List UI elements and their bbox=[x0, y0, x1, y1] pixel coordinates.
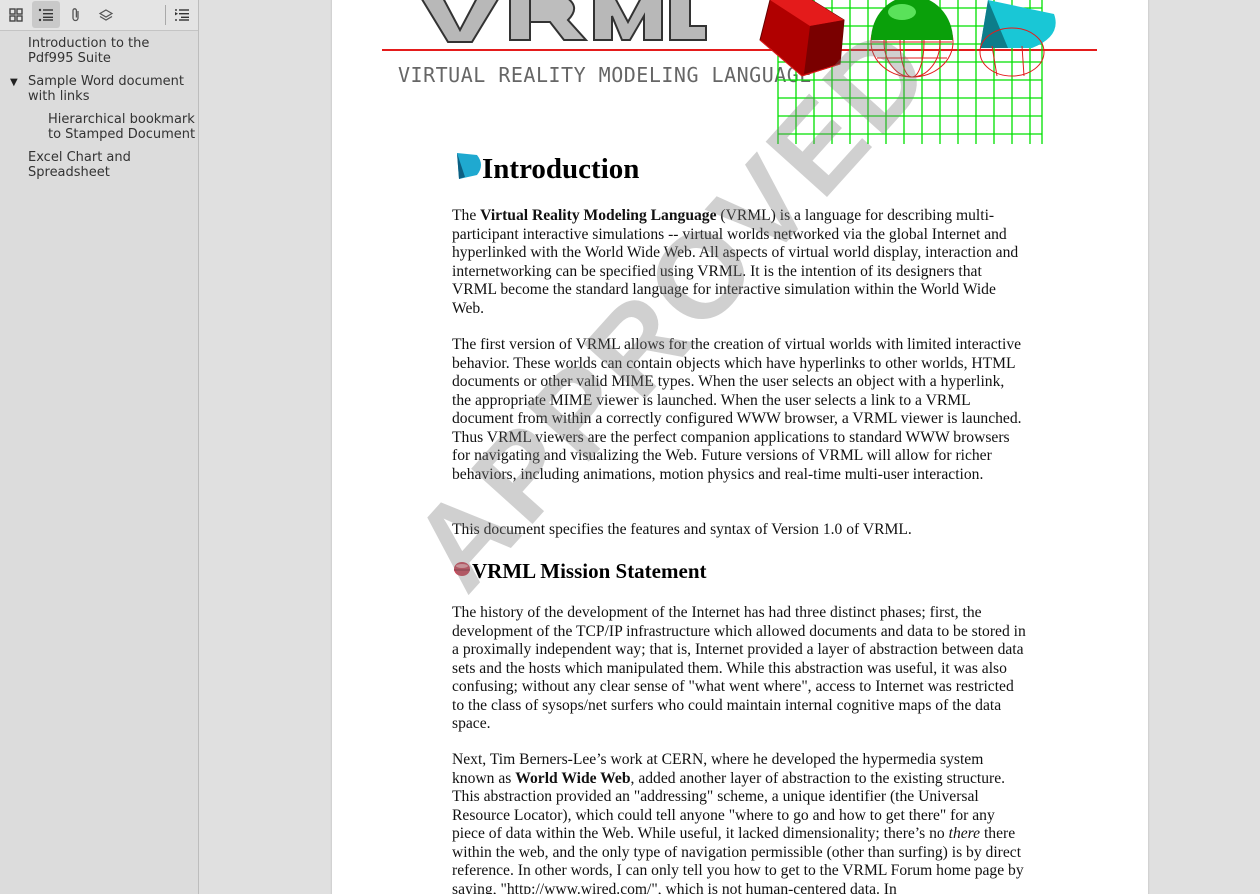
attachments-icon bbox=[72, 7, 79, 21]
outline-item-sample-word-document[interactable]: ▼ Sample Word document with links bbox=[0, 74, 198, 104]
pdf-page: VIRTUAL REALITY MODELING LANGUAGE Introd… bbox=[332, 0, 1148, 894]
outline-item-excel-chart[interactable]: Excel Chart and Spreadsheet bbox=[0, 150, 198, 180]
current-outline-item-button[interactable] bbox=[168, 1, 196, 28]
outline-item-hierarchical-bookmark[interactable]: Hierarchical bookmark to Stamped Documen… bbox=[0, 112, 198, 142]
document-viewer[interactable]: VIRTUAL REALITY MODELING LANGUAGE Introd… bbox=[200, 0, 1260, 894]
cyan-cone-shape bbox=[979, 0, 1056, 77]
layers-icon bbox=[98, 8, 114, 21]
document-outline: Introduction to the Pdf995 Suite ▼ Sampl… bbox=[0, 36, 198, 188]
outline-item-label: Sample Word document with links bbox=[28, 74, 185, 104]
attachments-button[interactable] bbox=[62, 1, 90, 28]
intro-paragraph-1: The Virtual Reality Modeling Language (V… bbox=[452, 207, 1019, 317]
expand-toggle-icon[interactable]: ▼ bbox=[10, 75, 18, 90]
vrml-banner-image: VIRTUAL REALITY MODELING LANGUAGE bbox=[382, 0, 1097, 144]
layers-button[interactable] bbox=[92, 1, 120, 28]
thumbnails-button[interactable] bbox=[2, 1, 30, 28]
mission-paragraph-2: Next, Tim Berners-Lee’s work at CERN, wh… bbox=[452, 751, 1024, 894]
thumbnails-icon bbox=[9, 7, 23, 22]
sidebar: Introduction to the Pdf995 Suite ▼ Sampl… bbox=[0, 0, 199, 894]
toolbar-separator bbox=[165, 5, 166, 25]
outline-icon bbox=[38, 8, 53, 21]
intro-paragraph-3: This document specifies the features and… bbox=[452, 521, 912, 538]
green-sphere-shape bbox=[870, 0, 954, 78]
section-heading-introduction: Introduction bbox=[482, 153, 640, 185]
section-heading-mission-statement: VRML Mission Statement bbox=[472, 559, 707, 583]
current-outline-item-icon bbox=[175, 8, 189, 21]
mission-paragraph-1: The history of the development of the In… bbox=[452, 604, 1026, 732]
sidebar-toolbar bbox=[0, 0, 198, 31]
outline-item-label: Hierarchical bookmark to Stamped Documen… bbox=[48, 112, 196, 142]
intro-paragraph-2: The first version of VRML allows for the… bbox=[452, 336, 1022, 483]
cone-bullet-icon bbox=[457, 153, 481, 179]
outline-button[interactable] bbox=[32, 1, 60, 28]
banner-subtitle: VIRTUAL REALITY MODELING LANGUAGE bbox=[398, 63, 812, 87]
outline-item-label: Excel Chart and Spreadsheet bbox=[28, 150, 131, 180]
outline-item-label: Introduction to the Pdf995 Suite bbox=[28, 36, 150, 66]
outline-item-introduction[interactable]: Introduction to the Pdf995 Suite bbox=[0, 36, 198, 66]
sphere-bullet-icon bbox=[454, 562, 470, 576]
